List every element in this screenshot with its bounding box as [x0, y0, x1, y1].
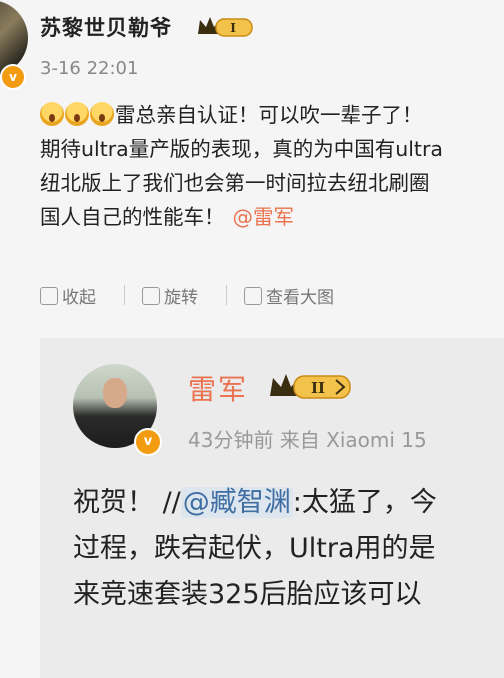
collapse-icon [40, 287, 58, 305]
verified-badge-icon: v [134, 428, 162, 456]
repost-content: 祝贺！ //@臧智渊:太猛了，今 过程，跌宕起伏，Ultra用的是 来竞速套装3… [73, 480, 504, 618]
repost-author-name[interactable]: 雷军 [188, 368, 248, 408]
repost-line-1-suffix: :太猛了，今 [292, 487, 437, 518]
rotate-label: 旋转 [164, 288, 198, 308]
post-line-1-text: 雷总亲自认证！可以吹一辈子了！ [115, 103, 423, 127]
collapse-button[interactable]: 收起 [40, 283, 96, 308]
post-line-4-text: 国人自己的性能车！ [40, 205, 225, 229]
svg-text:I: I [230, 21, 236, 35]
avatar-face [103, 378, 127, 408]
collapse-label: 收起 [62, 288, 96, 308]
post-time: 3-16 22:01 [40, 58, 139, 79]
post-content: 雷总亲自认证！可以吹一辈子了！ 期待ultra量产版的表现，真的为中国有ultr… [40, 98, 504, 234]
post-line-2: 期待ultra量产版的表现，真的为中国有ultra [40, 137, 443, 161]
verified-badge-icon: v [0, 64, 26, 90]
rotate-icon [142, 287, 160, 305]
scream-emoji-icon [90, 102, 114, 126]
mention-link[interactable]: @臧智渊 [180, 487, 293, 518]
view-large-button[interactable]: 查看大图 [244, 283, 334, 308]
svg-text:II: II [311, 379, 325, 397]
repost-line-1: 祝贺！ //@臧智渊:太猛了，今 [73, 480, 504, 526]
rotate-button[interactable]: 旋转 [142, 283, 198, 308]
post-line-4: 国人自己的性能车！ @雷军 [40, 200, 504, 234]
mention-link[interactable]: @雷军 [233, 205, 295, 229]
member-crown-badge-icon: II [270, 374, 351, 399]
zoom-icon [244, 287, 262, 305]
member-crown-badge-icon: I [198, 17, 253, 37]
post-line-3: 纽北版上了我们也会第一时间拉去纽北刷圈 [40, 171, 430, 195]
repost-meta: 43分钟前 来自 Xiaomi 15 [188, 428, 427, 452]
repost-line-2: 过程，跌宕起伏，Ultra用的是 [73, 533, 436, 564]
repost-line-1-prefix: 祝贺！ // [73, 487, 181, 518]
divider [226, 285, 227, 305]
divider [124, 285, 125, 305]
scream-emoji-icon [40, 102, 64, 126]
view-large-label: 查看大图 [266, 288, 334, 308]
post-line-1: 雷总亲自认证！可以吹一辈子了！ [40, 98, 504, 132]
author-name[interactable]: 苏黎世贝勒爷 [40, 12, 172, 42]
repost-line-3: 来竞速套装325后胎应该可以 [73, 579, 422, 610]
scream-emoji-icon [65, 102, 89, 126]
